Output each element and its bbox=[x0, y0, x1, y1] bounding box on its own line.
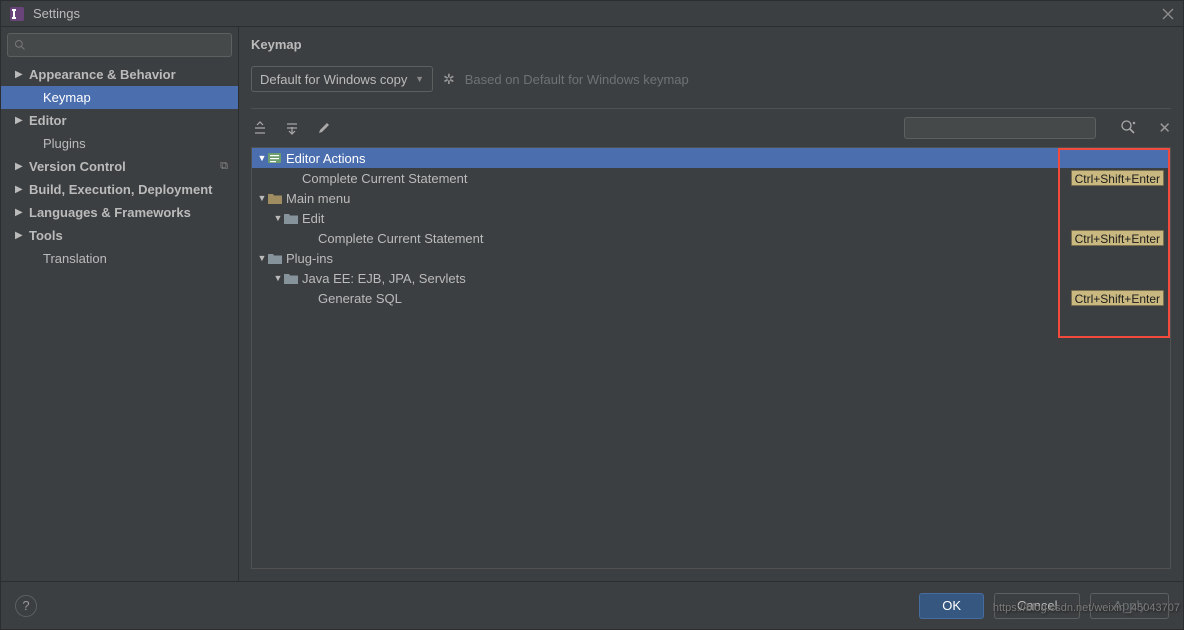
chevron-right-icon: ▶ bbox=[15, 184, 25, 195]
action-row[interactable]: Complete Current StatementCtrl+Shift+Ent… bbox=[252, 228, 1170, 248]
expand-toggle[interactable]: ▼ bbox=[256, 153, 268, 163]
action-row[interactable]: ▼ Plug-ins bbox=[252, 248, 1170, 268]
collapse-all-button[interactable] bbox=[283, 119, 301, 137]
action-label: Edit bbox=[302, 211, 1164, 226]
action-label: Generate SQL bbox=[318, 291, 1071, 306]
action-row[interactable]: ▼ Editor Actions bbox=[252, 148, 1170, 168]
sidebar-item-label: Appearance & Behavior bbox=[29, 67, 238, 82]
ok-button[interactable]: OK bbox=[919, 593, 984, 619]
keymap-toolbar: ✕ bbox=[251, 117, 1171, 139]
action-label: Complete Current Statement bbox=[318, 231, 1071, 246]
search-icon bbox=[14, 39, 26, 51]
edit-shortcut-button[interactable] bbox=[315, 119, 333, 137]
body: ▶ Appearance & Behavior Keymap ▶ Editor Plugi… bbox=[1, 27, 1183, 581]
sidebar-item-version-control[interactable]: ▶ Version Control⧉ bbox=[1, 155, 238, 178]
shortcut-badge: Ctrl+Shift+Enter bbox=[1071, 170, 1164, 186]
settings-tree: ▶ Appearance & Behavior Keymap ▶ Editor Plugi… bbox=[1, 63, 238, 581]
action-label: Editor Actions bbox=[286, 151, 1164, 166]
action-label: Main menu bbox=[286, 191, 1164, 206]
action-search-input[interactable] bbox=[915, 121, 1091, 136]
sidebar-item-plugins[interactable]: Plugins bbox=[1, 132, 238, 155]
action-label: Plug-ins bbox=[286, 251, 1164, 266]
expand-toggle[interactable]: ▼ bbox=[272, 273, 284, 283]
sidebar-item-label: Editor bbox=[29, 113, 238, 128]
sidebar-item-keymap[interactable]: Keymap bbox=[1, 86, 238, 109]
sidebar-item-label: Languages & Frameworks bbox=[29, 205, 238, 220]
watermark: https://blog.csdn.net/weixin_45043707 bbox=[993, 602, 1180, 614]
chevron-right-icon: ▶ bbox=[15, 69, 25, 80]
sidebar-item-label: Version Control bbox=[29, 159, 238, 174]
folder-icon bbox=[284, 212, 298, 224]
sidebar-item-appearance-behavior[interactable]: ▶ Appearance & Behavior bbox=[1, 63, 238, 86]
sidebar-item-label: Keymap bbox=[43, 90, 238, 105]
action-row[interactable]: ▼ Java EE: EJB, JPA, Servlets bbox=[252, 268, 1170, 288]
gear-icon[interactable]: ✲ bbox=[443, 71, 455, 88]
find-shortcut-button[interactable] bbox=[1120, 119, 1136, 138]
help-button[interactable]: ? bbox=[15, 595, 37, 617]
chevron-right-icon: ▶ bbox=[15, 115, 25, 126]
expand-all-button[interactable] bbox=[251, 119, 269, 137]
clear-search-button[interactable]: ✕ bbox=[1158, 119, 1171, 137]
action-search[interactable] bbox=[904, 117, 1096, 139]
action-label: Java EE: EJB, JPA, Servlets bbox=[302, 271, 1164, 286]
keymap-based-on-hint: Based on Default for Windows keymap bbox=[465, 72, 689, 87]
keymap-profile-row: Default for Windows copy ▼ ✲ Based on De… bbox=[251, 66, 1171, 92]
expand-toggle[interactable]: ▼ bbox=[256, 253, 268, 263]
sidebar-item-label: Build, Execution, Deployment bbox=[29, 182, 238, 197]
main-panel: Keymap Default for Windows copy ▼ ✲ Base… bbox=[239, 27, 1183, 581]
sidebar-item-label: Plugins bbox=[43, 136, 238, 151]
action-row[interactable]: Complete Current StatementCtrl+Shift+Ent… bbox=[252, 168, 1170, 188]
sidebar: ▶ Appearance & Behavior Keymap ▶ Editor Plugi… bbox=[1, 27, 239, 581]
project-level-icon: ⧉ bbox=[220, 160, 228, 173]
keymap-profile-combo[interactable]: Default for Windows copy ▼ bbox=[251, 66, 433, 92]
expand-toggle[interactable]: ▼ bbox=[256, 193, 268, 203]
editor-icon bbox=[268, 152, 282, 164]
folder-icon bbox=[268, 252, 282, 264]
action-row[interactable]: Generate SQLCtrl+Shift+Enter bbox=[252, 288, 1170, 308]
keymap-profile-label: Default for Windows copy bbox=[260, 72, 407, 87]
action-row[interactable]: ▼ Edit bbox=[252, 208, 1170, 228]
sidebar-item-translation[interactable]: Translation bbox=[1, 247, 238, 270]
chevron-down-icon: ▼ bbox=[415, 74, 424, 84]
actions-tree[interactable]: ▼ Editor Actions Complete Current Statemen… bbox=[251, 147, 1171, 569]
folderopen-icon bbox=[268, 192, 282, 204]
folder-icon bbox=[284, 272, 298, 284]
action-row[interactable]: ▼ Main menu bbox=[252, 188, 1170, 208]
settings-search[interactable] bbox=[7, 33, 232, 57]
chevron-right-icon: ▶ bbox=[15, 207, 25, 218]
sidebar-item-build-execution-deployment[interactable]: ▶ Build, Execution, Deployment bbox=[1, 178, 238, 201]
sidebar-item-editor[interactable]: ▶ Editor bbox=[1, 109, 238, 132]
titlebar: Settings bbox=[1, 1, 1183, 27]
expand-toggle[interactable]: ▼ bbox=[272, 213, 284, 223]
sidebar-item-tools[interactable]: ▶ Tools bbox=[1, 224, 238, 247]
chevron-right-icon: ▶ bbox=[15, 230, 25, 241]
chevron-right-icon: ▶ bbox=[15, 161, 25, 172]
shortcut-badge: Ctrl+Shift+Enter bbox=[1071, 230, 1164, 246]
shortcut-badge: Ctrl+Shift+Enter bbox=[1071, 290, 1164, 306]
separator bbox=[251, 108, 1171, 109]
settings-search-input[interactable] bbox=[30, 38, 225, 53]
intellij-icon bbox=[9, 6, 25, 22]
sidebar-item-languages-frameworks[interactable]: ▶ Languages & Frameworks bbox=[1, 201, 238, 224]
page-title: Keymap bbox=[251, 37, 1171, 52]
window-title: Settings bbox=[33, 6, 1161, 21]
settings-window: Settings ▶ Appearance & Behavior Keymap ▶ Ed… bbox=[0, 0, 1184, 630]
sidebar-item-label: Tools bbox=[29, 228, 238, 243]
action-label: Complete Current Statement bbox=[302, 171, 1071, 186]
window-close-button[interactable] bbox=[1161, 7, 1175, 21]
sidebar-item-label: Translation bbox=[43, 251, 238, 266]
